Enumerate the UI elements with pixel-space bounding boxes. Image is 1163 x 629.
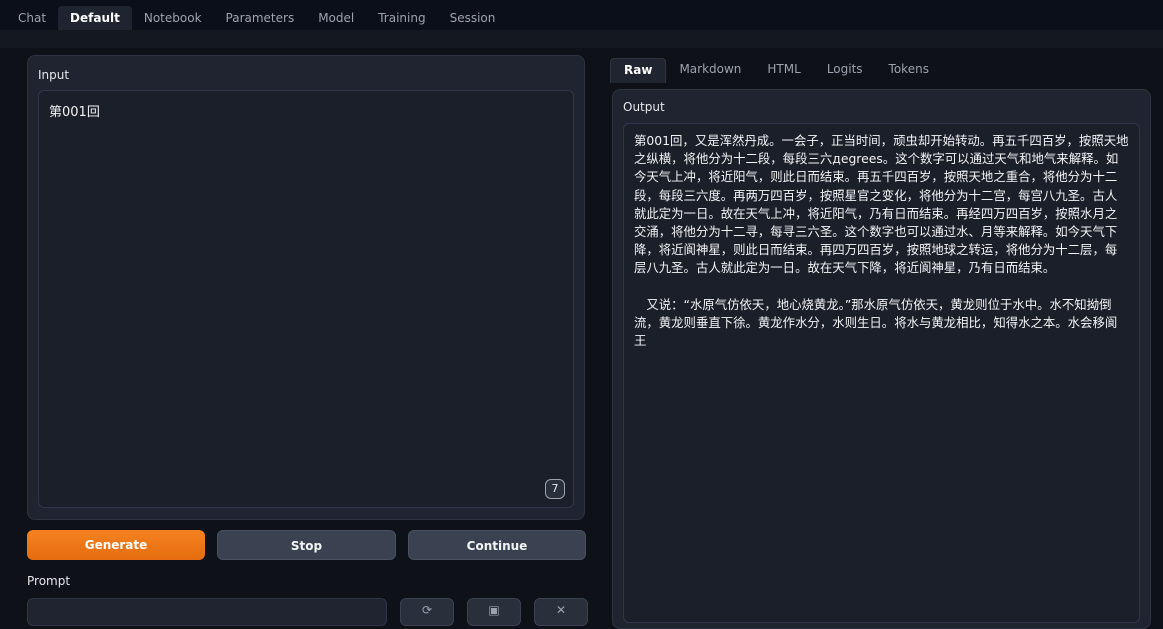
input-panel: Input 第001回 7 bbox=[27, 55, 585, 520]
tab-html[interactable]: HTML bbox=[754, 58, 813, 82]
input-textarea[interactable]: 第001回 7 bbox=[38, 90, 574, 508]
prompt-label: Prompt bbox=[27, 574, 71, 588]
tab-default[interactable]: Default bbox=[58, 6, 132, 30]
output-tabs: Raw Markdown HTML Logits Tokens bbox=[610, 58, 942, 83]
tab-logits[interactable]: Logits bbox=[814, 58, 876, 82]
token-counter-badge: 7 bbox=[545, 479, 565, 499]
header-strip bbox=[0, 30, 1163, 48]
tab-training[interactable]: Training bbox=[366, 6, 437, 30]
stop-button[interactable]: Stop bbox=[217, 530, 396, 560]
output-paragraph-2: 又说：“水原气仿依天，地心烧黄龙。”那水原气仿依天，黄龙则位于水中。水不知拗倒流… bbox=[634, 296, 1118, 349]
tab-raw[interactable]: Raw bbox=[610, 58, 667, 83]
output-textarea[interactable]: 第001回，又是浑然丹成。一会子，正当时间，顽虫却开始转动。再五千四百岁，按照天… bbox=[623, 123, 1140, 623]
tab-chat[interactable]: Chat bbox=[6, 6, 58, 30]
continue-button[interactable]: Continue bbox=[408, 530, 586, 560]
tab-markdown[interactable]: Markdown bbox=[666, 58, 754, 82]
refresh-icon[interactable]: ⟳ bbox=[400, 598, 454, 626]
tab-tokens[interactable]: Tokens bbox=[876, 58, 942, 82]
tab-parameters[interactable]: Parameters bbox=[214, 6, 307, 30]
tab-model[interactable]: Model bbox=[306, 6, 366, 30]
output-label: Output bbox=[623, 100, 665, 114]
top-nav-bar: Chat Default Notebook Parameters Model T… bbox=[0, 0, 1163, 30]
tab-notebook[interactable]: Notebook bbox=[132, 6, 214, 30]
output-paragraph-1: 第001回，又是浑然丹成。一会子，正当时间，顽虫却开始转动。再五千四百岁，按照天… bbox=[634, 133, 1129, 276]
tab-session[interactable]: Session bbox=[438, 6, 508, 30]
input-text: 第001回 bbox=[49, 105, 100, 120]
main-tabs: Chat Default Notebook Parameters Model T… bbox=[6, 6, 507, 30]
save-icon[interactable]: ▣ bbox=[467, 598, 521, 626]
input-label: Input bbox=[38, 68, 70, 82]
generate-button[interactable]: Generate bbox=[27, 530, 205, 560]
prompt-dropdown[interactable] bbox=[27, 598, 387, 626]
delete-icon[interactable]: ✕ bbox=[534, 598, 588, 626]
output-panel: Output 第001回，又是浑然丹成。一会子，正当时间，顽虫却开始转动。再五千… bbox=[612, 89, 1151, 629]
